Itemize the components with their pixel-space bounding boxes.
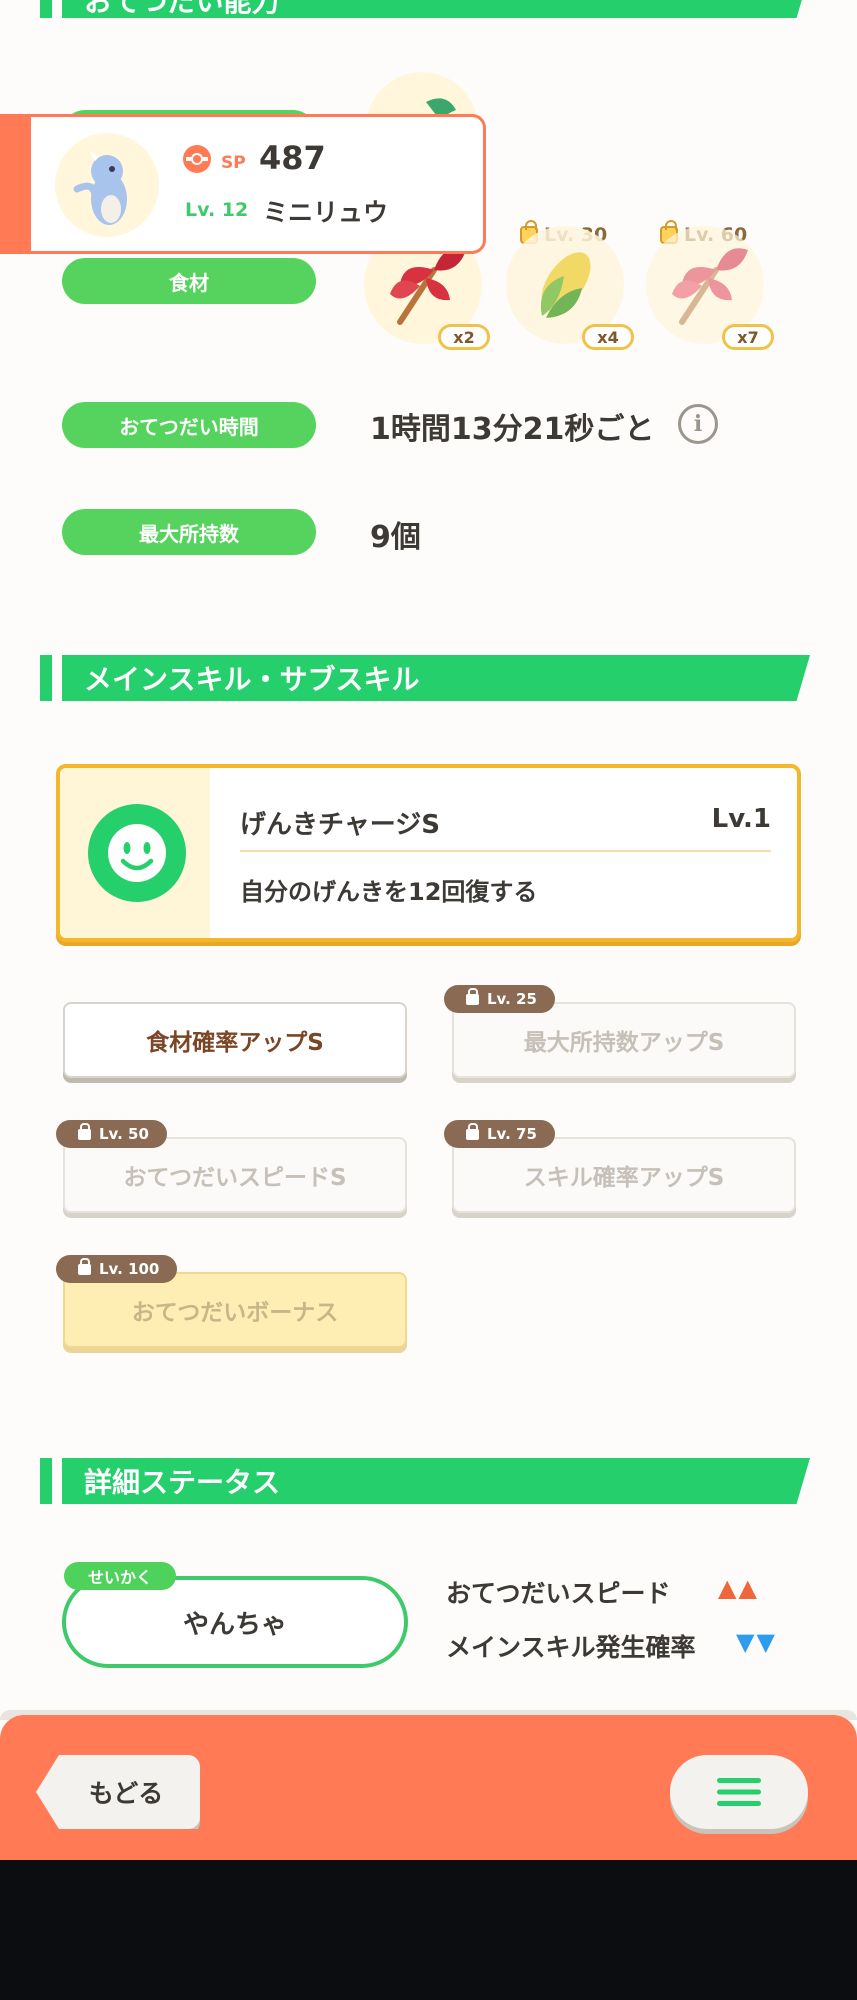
pokemon-name: ミニリュウ <box>263 198 389 227</box>
main-skill-level: Lv.1 <box>711 804 771 834</box>
lock-icon <box>78 1257 91 1275</box>
max-carry-label: 最大所持数 <box>62 509 316 555</box>
main-skill-card[interactable]: げんきチャージS Lv.1 自分のげんきを12回復する <box>56 764 801 942</box>
info-icon[interactable]: i <box>678 404 718 444</box>
max-carry-value: 9個 <box>370 520 421 555</box>
unlock-level-text: Lv. 50 <box>99 1125 149 1143</box>
section-header-helper-ability: おてつだい能力 <box>40 0 810 18</box>
unlock-level-text: Lv. 25 <box>487 990 537 1008</box>
nature-up-stat: おてつだいスピード <box>446 1579 671 1608</box>
sub-skill-3-unlock: Lv. 50 <box>56 1120 167 1148</box>
section-header-detail-status: 詳細ステータス <box>40 1458 810 1504</box>
pokemon-level: Lv. 12 <box>185 199 249 221</box>
ingredient-qty-2: x4 <box>582 324 634 350</box>
divider <box>240 850 771 852</box>
ingredient-qty-3: x7 <box>722 324 774 350</box>
smiley-icon <box>88 804 186 902</box>
section-title: メインスキル・サブスキル <box>84 663 420 696</box>
sp-ball-icon <box>183 145 211 173</box>
system-nav-bar <box>0 1860 857 2000</box>
hamburger-menu-icon <box>717 1778 761 1806</box>
unlock-level-text: Lv. 100 <box>99 1260 160 1278</box>
help-time-label: おてつだい時間 <box>62 402 316 448</box>
sub-skill-5[interactable]: おてつだいボーナス <box>63 1272 407 1348</box>
unlock-level-text: Lv. 75 <box>487 1125 537 1143</box>
main-skill-description: 自分のげんきを12回復する <box>240 878 538 906</box>
back-button[interactable]: もどる <box>36 1755 200 1829</box>
sub-skill-4[interactable]: スキル確率アップS <box>452 1137 796 1213</box>
help-time-value: 1時間13分21秒ごと <box>370 412 655 447</box>
sp-value: 487 <box>259 139 326 177</box>
section-header-skills: メインスキル・サブスキル <box>40 655 810 701</box>
sub-skill-3[interactable]: おてつだいスピードS <box>63 1137 407 1213</box>
up-arrows-icon: ▲▲ <box>718 1574 759 1602</box>
down-arrows-icon: ▼▼ <box>736 1628 777 1656</box>
sub-skill-4-unlock: Lv. 75 <box>444 1120 555 1148</box>
menu-button[interactable] <box>670 1755 808 1829</box>
sub-skill-1[interactable]: 食材確率アップS <box>63 1002 407 1078</box>
main-skill-name: げんきチャージS <box>240 810 440 840</box>
lock-icon <box>78 1122 91 1140</box>
nature-tag: せいかく <box>64 1562 177 1590</box>
ingredient-qty-1: x2 <box>438 324 490 350</box>
sub-skill-2[interactable]: 最大所持数アップS <box>452 1002 796 1078</box>
pokemon-avatar <box>55 133 159 237</box>
ingredient-label: 食材 <box>62 258 316 304</box>
nature-down-stat: メインスキル発生確率 <box>446 1633 696 1662</box>
pokemon-summary-card[interactable]: SP 487 Lv. 12 ミニリュウ <box>0 114 486 254</box>
lock-icon <box>466 1122 479 1140</box>
section-title: おてつだい能力 <box>84 0 280 18</box>
sub-skill-2-unlock: Lv. 25 <box>444 985 555 1013</box>
lock-icon <box>466 987 479 1005</box>
section-title: 詳細ステータス <box>84 1466 281 1499</box>
sub-skill-5-unlock: Lv. 100 <box>56 1255 178 1283</box>
sp-label: SP <box>221 153 246 173</box>
